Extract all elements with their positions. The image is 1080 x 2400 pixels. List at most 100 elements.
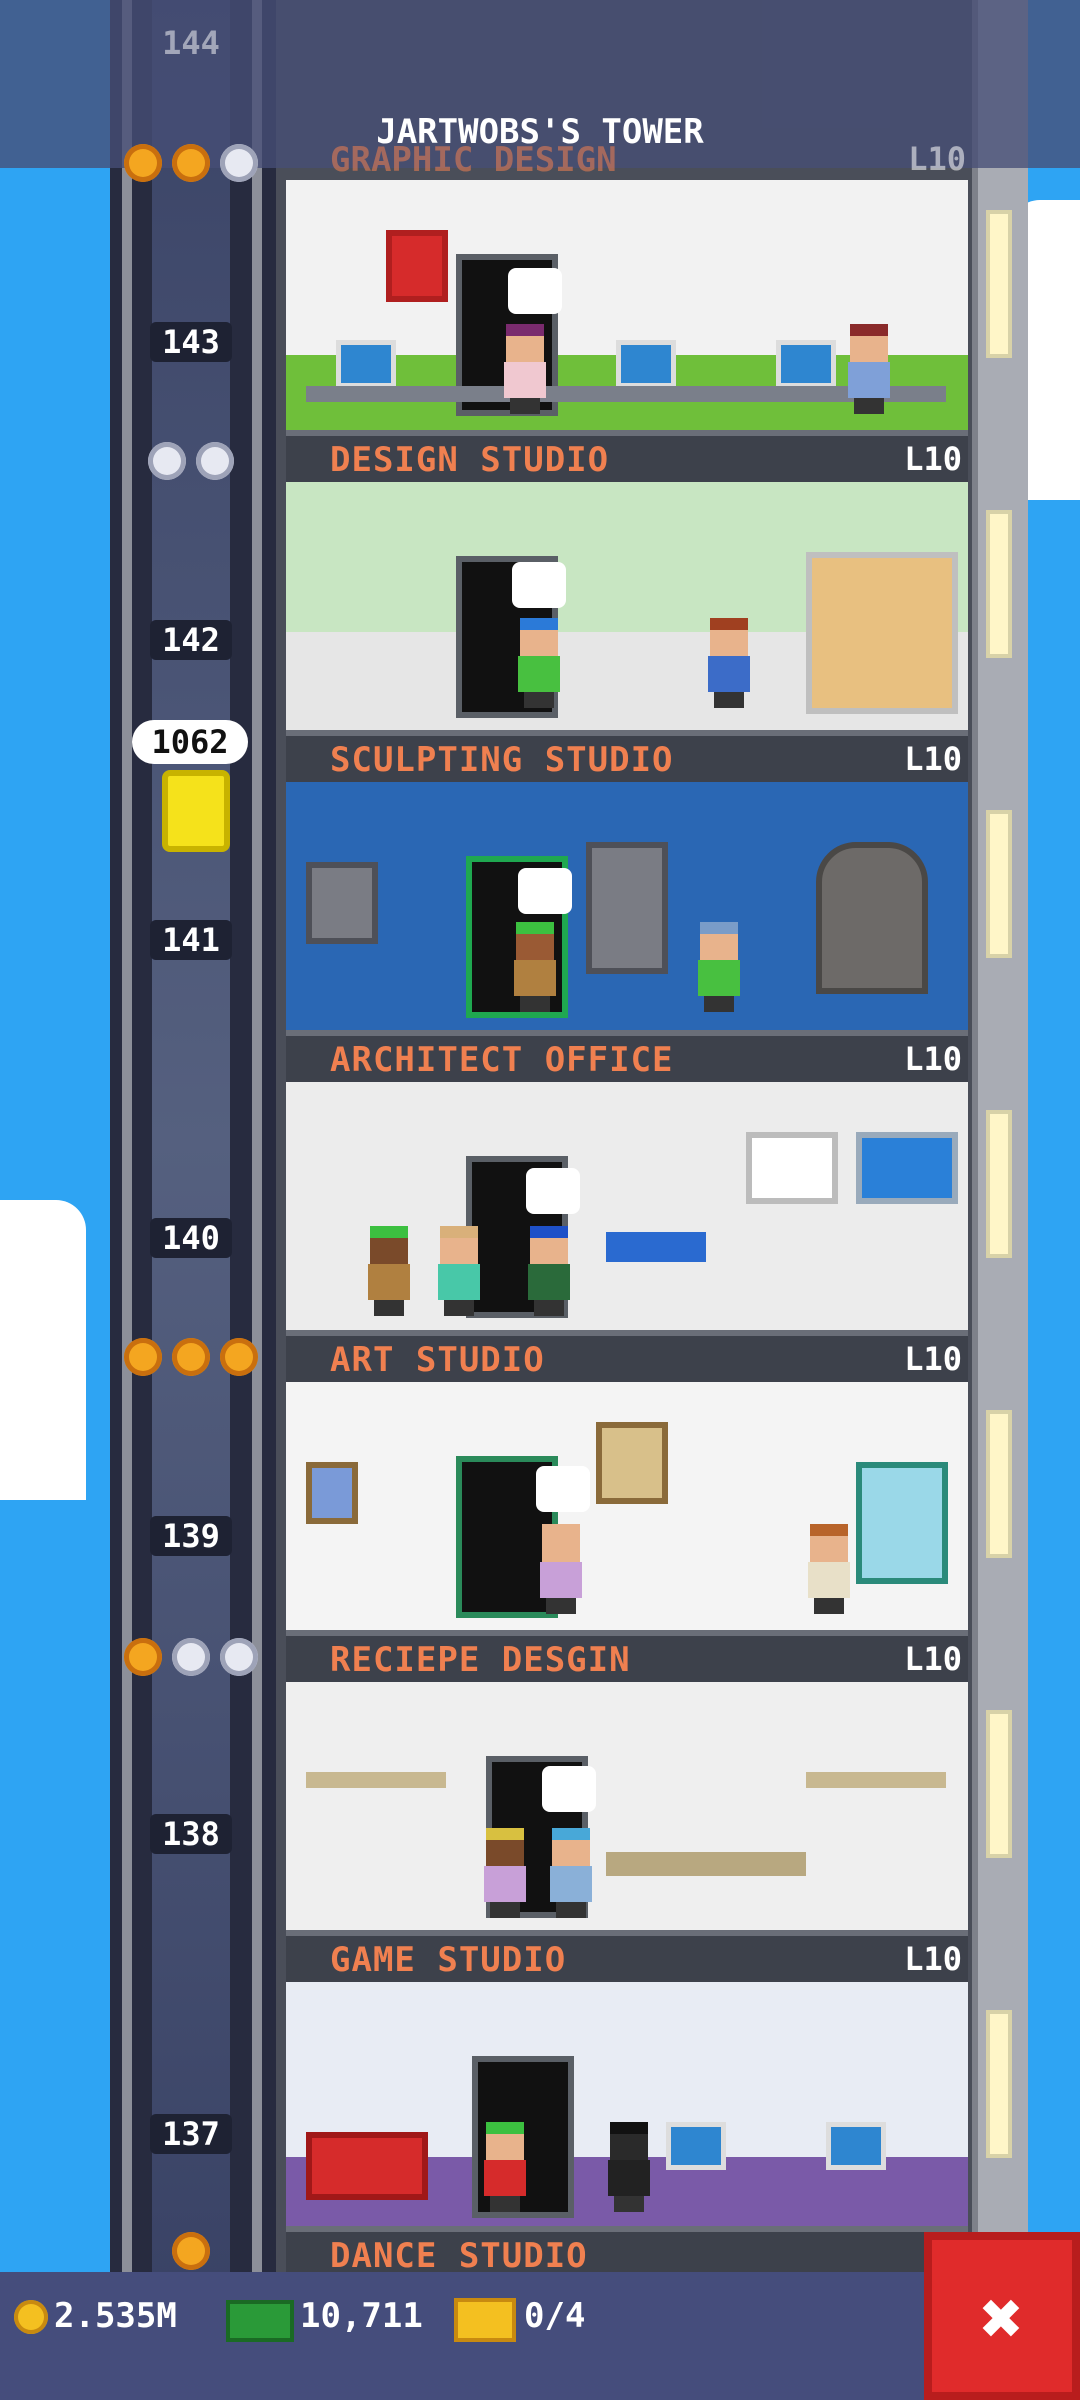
star-icon [124,1338,162,1376]
coin-icon [14,2300,48,2334]
floor-nameplate: SCULPTING STUDIO L10 [286,730,968,782]
tower-resident[interactable] [526,1226,572,1316]
tower-resident[interactable] [512,922,558,1012]
robot-statue [586,842,668,974]
tower-resident[interactable] [482,1828,528,1918]
wall-lamp [986,1710,1012,1858]
floor-number: 139 [150,1516,232,1556]
tower-resident[interactable] [706,618,752,708]
window [856,1462,948,1584]
cloud [0,1200,86,1500]
computer-monitor [616,340,676,388]
room-design-studio[interactable] [286,180,968,430]
wall-lamp [986,1410,1012,1558]
coins-value: 2.535M [54,2296,177,2336]
floor-name: GAME STUDIO [330,1940,567,1980]
fabric-shelf [806,552,958,714]
close-button[interactable]: ✖ [924,2232,1080,2400]
star-icon [172,1338,210,1376]
tower-resident[interactable] [516,618,562,708]
status-bar [0,2272,1080,2400]
tower-resident[interactable] [548,1828,594,1918]
computer-monitor [666,2122,726,2170]
floor-nameplate: GAME STUDIO L10 [286,1930,968,1982]
floor-level: L10 [904,1340,962,1378]
floor-level: L10 [904,1940,962,1978]
floor-level: L10 [904,1040,962,1078]
floor-level: L10 [904,740,962,778]
star-icon [220,1638,258,1676]
tower-resident[interactable] [482,2122,528,2212]
shaft-rail [122,0,132,2280]
close-icon: ✖ [980,2276,1024,2360]
elevator-icon [162,770,230,852]
floor-level: L10 [904,440,962,478]
room-game-studio[interactable] [286,1682,968,1932]
floor-number: 143 [150,322,232,362]
tower-resident[interactable] [846,324,892,414]
floor-name: DANCE STUDIO [330,2236,588,2276]
tower-title: JARTWOBS'S TOWER [376,112,704,152]
floor-number: 138 [150,1814,232,1854]
tower-resident[interactable] [366,1226,412,1316]
tower-resident[interactable] [436,1226,482,1316]
floor-nameplate: DANCE STUDIO L1 [286,2226,968,2278]
speech-bubble [526,1168,580,1214]
star-icon [124,144,162,182]
floor-number-faded: 144 [162,24,220,62]
room-wall [286,1682,968,1932]
speech-bubble [536,1466,590,1512]
wall-lamp [986,1110,1012,1258]
star-icon [148,442,186,480]
star-icon [196,442,234,480]
floor-name: SCULPTING STUDIO [330,740,674,780]
room-dance-studio[interactable] [286,1982,968,2232]
bux-value: 10,711 [300,2296,423,2336]
tower-resident[interactable] [806,1524,852,1614]
bux-icon [226,2300,294,2342]
blueprint [746,1132,838,1204]
tower-resident[interactable] [538,1524,584,1614]
sculpture [816,842,928,994]
floor-number: 140 [150,1218,232,1258]
speech-bubble [542,1766,596,1812]
star-icon [124,1638,162,1676]
floor-level: L10 [904,1640,962,1678]
wall-lamp [986,210,1012,358]
star-icon [220,1338,258,1376]
room-art-studio[interactable] [286,1082,968,1332]
star-icon [220,144,258,182]
shaft-rail [252,0,262,2280]
painting [596,1422,668,1504]
wall-lamp [986,810,1012,958]
ticket-icon [454,2298,516,2342]
computer-monitor [336,340,396,388]
tower-resident[interactable] [606,2122,652,2212]
kitchen-counter [606,1852,806,1876]
star-icon [172,2232,210,2270]
floor-number: 142 [150,620,232,660]
room-reciepe-desgin[interactable] [286,1382,968,1632]
tower-resident[interactable] [696,922,742,1012]
speech-bubble [518,868,572,914]
floor-nameplate: DESIGN STUDIO L10 [286,430,968,482]
painting [306,1462,358,1524]
kitchen-shelf [806,1772,946,1788]
floor-nameplate: ARCHITECT OFFICE L10 [286,1030,968,1082]
tower-resident[interactable] [502,324,548,414]
elevator-car[interactable] [154,770,230,870]
floor-number: 137 [150,2114,232,2154]
floor-name: RECIEPE DESGIN [330,1640,631,1680]
blueprint [856,1132,958,1204]
tower-header: 144 GRAPHIC DESIGN L10 JARTWOBS'S TOWER [0,0,1080,182]
red-couch [306,2132,428,2200]
tickets-value: 0/4 [524,2296,586,2336]
poster [386,230,448,302]
computer-monitor [826,2122,886,2170]
room-architect-office[interactable] [286,782,968,1032]
wall-lamp [986,510,1012,658]
elevator-count-label: 1062 [132,720,248,764]
computer-monitor [776,340,836,388]
room-sculpting-studio[interactable] [286,482,968,732]
star-icon [172,1638,210,1676]
